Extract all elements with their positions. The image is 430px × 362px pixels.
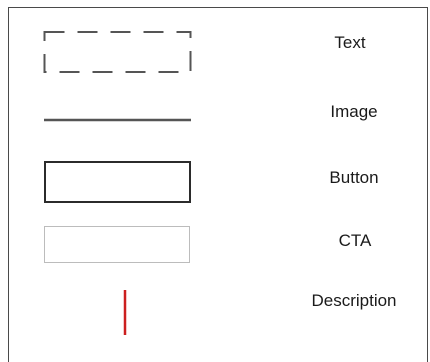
legend-label-button: Button	[329, 168, 379, 187]
legend-label-description: Description	[311, 291, 397, 310]
legend-page: Text Image Button CTA Description	[0, 0, 430, 362]
legend-label-image: Image	[330, 102, 378, 121]
legend-label-cta: CTA	[338, 231, 372, 250]
legend-label-text: Text	[334, 33, 366, 52]
